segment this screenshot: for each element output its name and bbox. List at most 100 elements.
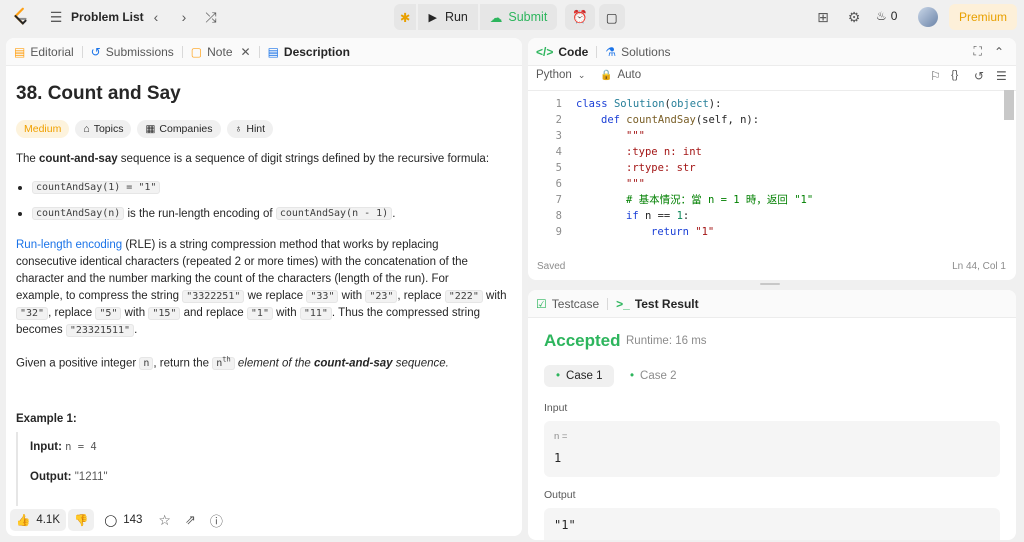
list-icon[interactable]: ☰ [48, 9, 64, 25]
help-icon[interactable]: ⓘ [210, 511, 223, 530]
terminal-icon: >_ [616, 296, 630, 311]
gear-icon[interactable]: ⚙ [845, 8, 863, 26]
thumbs-down-icon: 👎 [74, 515, 89, 527]
output-box: "1" [544, 508, 1000, 540]
code-icon: </> [536, 44, 554, 59]
line-number: 5 [555, 162, 562, 174]
rle-paragraph: Run-length encoding (RLE) is a string co… [16, 239, 507, 337]
tab-code[interactable]: </> Code [528, 38, 596, 66]
resize-handle[interactable] [760, 283, 780, 285]
chevron-right-icon[interactable]: › [176, 8, 192, 26]
document-icon: ▤ [267, 44, 279, 59]
close-icon[interactable]: ✕ [241, 45, 251, 59]
list-item: countAndSay(n) is the run-length encodin… [17, 207, 395, 220]
list-item: countAndSay(1) = "1" [17, 181, 161, 194]
code-line: :type n: int [626, 146, 702, 158]
run-submit-group: ✱ ▶ Run ☁ Submit ⏰ ▢ [394, 4, 625, 30]
submit-button[interactable]: ☁ Submit [479, 4, 558, 30]
bottom-action-bar: 👍 4.1K 👎 ◯ 143 ☆ ⇗ ⓘ [6, 506, 522, 534]
top-bar: ☰ Problem List ‹ › ⤮ ✱ ▶ Run ☁ Submit ⏰ ▢ … [0, 0, 1024, 34]
example-title: Example 1: [16, 413, 77, 425]
result-status: Accepted [544, 331, 621, 350]
companies-button[interactable]: ▦ Companies [137, 120, 221, 138]
chevron-left-icon[interactable]: ‹ [148, 8, 164, 26]
thumbs-up-icon: 👍 [16, 515, 31, 527]
rle-link[interactable]: Run-length encoding [16, 239, 122, 251]
case-2-tab[interactable]: • Case 2 [618, 365, 688, 387]
avatar[interactable] [918, 7, 938, 27]
line-number: 7 [555, 194, 562, 206]
code-line: # 基本情況：當 n = 1 時，返回 "1" [626, 194, 814, 206]
tab-submissions[interactable]: ↺ Submissions [83, 38, 182, 66]
problem-task: Given a positive integer n, return the n… [16, 356, 449, 371]
tab-note[interactable]: ▢ Note ✕ [183, 38, 259, 66]
play-icon: ▶ [428, 11, 437, 24]
line-number: 2 [555, 114, 562, 126]
auto-toggle[interactable]: 🔒 Auto [600, 69, 641, 81]
topics-button[interactable]: ⌂ Topics [75, 120, 132, 138]
tab-testcase[interactable]: ☑ Testcase [528, 290, 607, 318]
difficulty-badge[interactable]: Medium [16, 120, 70, 138]
example-box: Input: n = 4 Output: "1211" [16, 432, 506, 512]
bookmark-icon[interactable]: ⚐ [930, 69, 941, 83]
alarm-clock-icon[interactable]: ⏰ [565, 4, 595, 30]
problem-tags: Medium ⌂ Topics ▦ Companies ♁ Hint [16, 120, 274, 138]
result-tabs: ☑ Testcase >_ Test Result [528, 290, 1016, 318]
case-1-tab[interactable]: • Case 1 [544, 365, 615, 387]
cursor-position: Ln 44, Col 1 [952, 261, 1006, 272]
layout-grid-icon[interactable]: ⊞ [814, 8, 832, 26]
code-line: """ [626, 130, 645, 142]
problem-list-link[interactable]: Problem List [71, 10, 144, 24]
input-var: n = [554, 431, 568, 442]
scrollbar[interactable] [1004, 90, 1014, 120]
debug-bug-icon[interactable]: ✱ [394, 4, 417, 30]
fullscreen-icon[interactable]: ⛶ [974, 44, 982, 59]
code-editor[interactable]: 1 2 3 4 5 6 7 8 9 class Solution(object)… [528, 96, 1004, 246]
tab-solutions[interactable]: ⚗ Solutions [597, 38, 678, 66]
collapse-icon[interactable]: ⌃ [994, 45, 1004, 59]
left-tabs: ▤ Editorial ↺ Submissions ▢ Note ✕ ▤ Descript… [6, 38, 522, 66]
code-line: :rtype: str [626, 162, 696, 174]
lightbulb-icon: ♁ [234, 123, 243, 135]
input-value: 1 [554, 451, 562, 465]
runtime-label: Runtime: 16 ms [626, 335, 707, 347]
code-tabs: </> Code ⚗ Solutions ⛶ ⌃ [528, 38, 1016, 66]
cloud-upload-icon: ☁ [489, 10, 503, 25]
tab-editorial[interactable]: ▤ Editorial [6, 38, 82, 66]
save-status: Saved [537, 261, 566, 272]
book-icon: ▤ [14, 44, 26, 59]
note-icon: ▢ [190, 44, 203, 59]
share-icon[interactable]: ⇗ [185, 512, 196, 528]
hint-button[interactable]: ♁ Hint [226, 120, 274, 138]
braces-icon[interactable]: {} [951, 69, 958, 81]
premium-button[interactable]: Premium [949, 4, 1017, 30]
problem-title: 38. Count and Say [16, 83, 181, 104]
tab-description[interactable]: ▤ Description [260, 38, 358, 66]
history-icon: ↺ [90, 44, 101, 59]
star-icon[interactable]: ☆ [158, 512, 171, 529]
shuffle-icon[interactable]: ⤮ [202, 8, 220, 26]
output-label: Output [544, 489, 576, 501]
comment-icon: ◯ [104, 515, 118, 527]
leetcode-logo[interactable] [10, 6, 32, 28]
run-button[interactable]: ▶ Run [418, 4, 478, 30]
tab-test-result[interactable]: >_ Test Result [608, 290, 706, 318]
code-line: if n == 1: [626, 210, 690, 222]
settings-sliders-icon[interactable]: ☰ [996, 69, 1007, 83]
example-input: Input: n = 4 [30, 441, 97, 453]
line-number: 4 [555, 146, 562, 158]
dislike-button[interactable]: 👎 [68, 509, 95, 531]
language-select[interactable]: Python ⌄ [536, 69, 585, 81]
code-line: class Solution(object): [576, 98, 722, 110]
status-dot: • [630, 370, 635, 382]
reset-icon[interactable]: ↺ [974, 69, 984, 83]
like-button[interactable]: 👍 4.1K [10, 509, 66, 531]
flask-icon: ⚗ [605, 44, 617, 59]
problem-intro: The count-and-say sequence is a sequence… [16, 153, 490, 165]
input-box: n = 1 [544, 421, 1000, 477]
result-panel: ☑ Testcase >_ Test Result Accepted Runtime… [528, 290, 1016, 540]
line-number: 3 [555, 130, 562, 142]
streak-counter[interactable]: ♨ 0 [876, 9, 897, 23]
notes-icon[interactable]: ▢ [598, 4, 625, 30]
comments-button[interactable]: ◯ 143 [104, 513, 142, 527]
